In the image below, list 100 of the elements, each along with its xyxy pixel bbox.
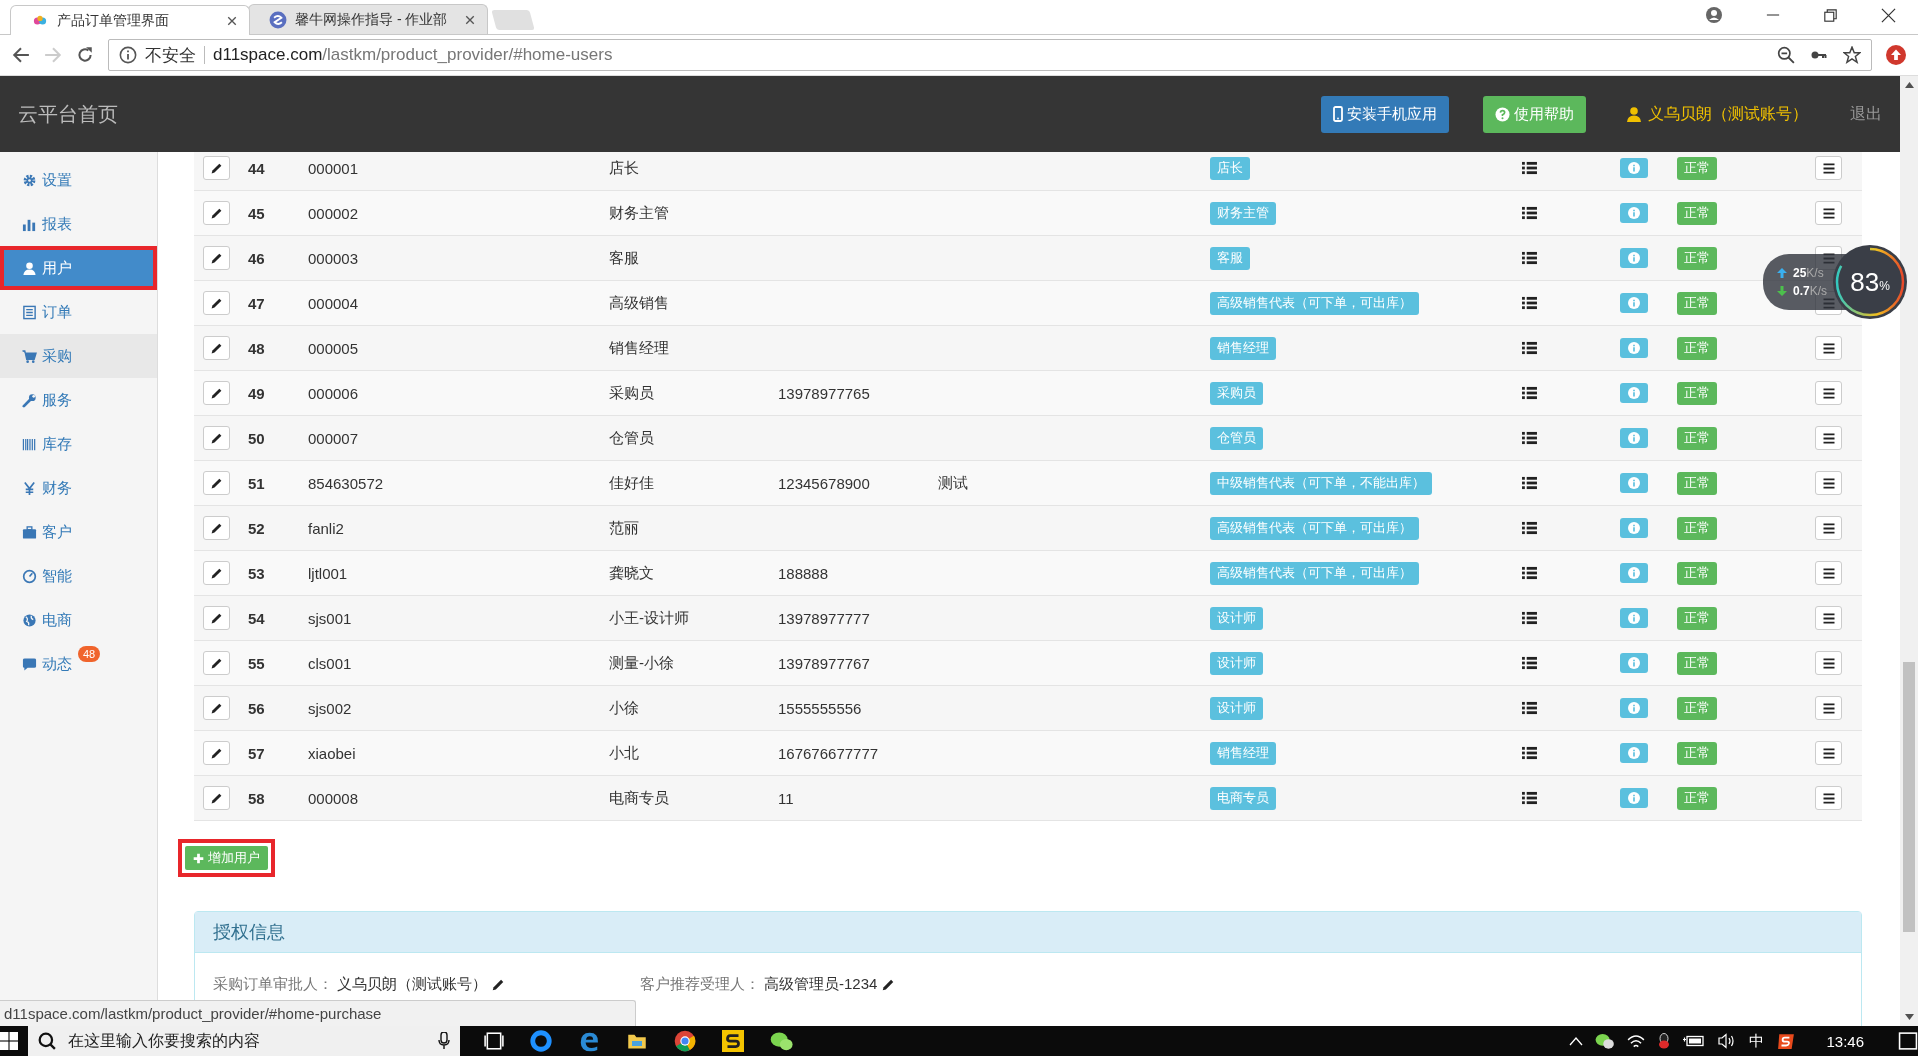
role-tag: 财务主管	[1210, 201, 1276, 225]
name-cell-text: 小王-设计师	[609, 608, 690, 628]
name-cell-text: 电商专员	[609, 788, 670, 808]
search-field[interactable]: 在这里输入你要搜索的内容	[66, 1031, 428, 1051]
logout-link[interactable]: 退出	[1850, 103, 1882, 125]
role-tag: 中级销售代表（可下单，不能出库）	[1210, 471, 1432, 495]
phone-cell-text: 12345678900	[778, 474, 871, 492]
install-app-button[interactable]: 安装手机应用	[1321, 95, 1449, 133]
account-cell-text: 000003	[308, 249, 360, 267]
sidebar-item[interactable]: 采购	[0, 334, 157, 378]
account-cell-text: 000002	[308, 204, 360, 222]
account-cell-text: 000006	[308, 384, 360, 402]
status-tag: 正常	[1677, 156, 1717, 180]
sidebar-item[interactable]: 服务	[0, 378, 157, 422]
sidebar-item[interactable]: 客户	[0, 510, 157, 554]
clock-time[interactable]: 13:46	[1826, 1032, 1864, 1050]
input-method-indicator[interactable]: 中	[1749, 1031, 1765, 1051]
role-tag: 设计师	[1210, 651, 1263, 675]
status-tag: 正常	[1677, 201, 1717, 225]
download-speed: 0.7K/s	[1793, 284, 1828, 298]
row-number: 48	[248, 339, 266, 357]
panel-title: 授权信息	[195, 912, 1861, 953]
name-cell-text: 客服	[609, 248, 640, 268]
role-tag: 仓管员	[1210, 426, 1263, 450]
role-tag: 店长	[1210, 156, 1250, 180]
role-tag: 客服	[1210, 246, 1250, 270]
add-user-button[interactable]: 增加用户	[185, 846, 268, 870]
account-cell-text: xiaobei	[308, 744, 357, 762]
role-tag: 高级销售代表（可下单，可出库）	[1210, 561, 1419, 585]
phone-cell-text: 1555555556	[778, 699, 863, 717]
row-number: 53	[248, 564, 266, 582]
status-tag: 正常	[1677, 651, 1717, 675]
row-number: 47	[248, 294, 266, 312]
account-cell-text: 854630572	[308, 474, 385, 492]
sidebar-item[interactable]: 财务	[0, 466, 157, 510]
brand-title[interactable]: 云平台首页	[18, 100, 118, 128]
address-field[interactable]: 不安全 d11space.com/lastkm/product_provider/#home-users	[108, 39, 1872, 71]
row-number: 51	[248, 474, 266, 492]
sidebar-item[interactable]: 设置	[0, 158, 157, 202]
account-cell-text: 000005	[308, 339, 360, 357]
account-cell-text: 000008	[308, 789, 360, 807]
row-number: 49	[248, 384, 266, 402]
name-cell-text: 财务主管	[609, 203, 670, 223]
count-badge: 48	[78, 646, 101, 662]
upload-speed: 25K/s	[1793, 266, 1824, 280]
status-tag: 正常	[1677, 426, 1717, 450]
row-number: 54	[248, 609, 266, 627]
row-number: 44	[248, 159, 266, 177]
field-label: 采购订单审批人：	[213, 975, 333, 994]
role-tag: 采购员	[1210, 381, 1263, 405]
row-number: 55	[248, 654, 266, 672]
role-tag: 电商专员	[1210, 786, 1276, 810]
role-tag: 销售经理	[1210, 741, 1276, 765]
status-tag: 正常	[1677, 606, 1717, 630]
row-number: 45	[248, 204, 266, 222]
name-cell-text: 范丽	[609, 518, 640, 538]
name-cell-text: 销售经理	[609, 338, 670, 358]
browser-tab[interactable]: 产品订单管理界面	[10, 5, 250, 35]
account-cell-text: sjs001	[308, 609, 353, 627]
sidebar-item[interactable]: 动态 48	[0, 642, 157, 686]
security-label: 不安全	[145, 44, 196, 67]
status-tag: 正常	[1677, 246, 1717, 270]
sidebar-item[interactable]: 库存	[0, 422, 157, 466]
sidebar-item[interactable]: 智能	[0, 554, 157, 598]
name-cell-text: 小徐	[609, 698, 640, 718]
name-cell-text: 测量-小徐	[609, 653, 675, 673]
note-cell-text: 测试	[938, 473, 969, 493]
sidebar-item[interactable]: 报表	[0, 202, 157, 246]
role-tag: 设计师	[1210, 606, 1263, 630]
phone-cell-text: 188888	[778, 564, 830, 582]
phone-cell-text: 13978977767	[778, 654, 871, 672]
sidebar-item[interactable]: 电商	[0, 598, 157, 642]
sidebar-item[interactable]: 订单	[0, 290, 157, 334]
field-value: 义乌贝朗（测试账号）	[337, 975, 487, 994]
status-tag: 正常	[1677, 786, 1717, 810]
role-tag: 设计师	[1210, 696, 1263, 720]
search-bar[interactable]: 在这里输入你要搜索的内容	[28, 1026, 460, 1056]
usage-percent: 83%	[1850, 266, 1890, 298]
status-tag: 正常	[1677, 696, 1717, 720]
row-number: 52	[248, 519, 266, 537]
name-cell-text: 采购员	[609, 383, 655, 403]
sidebar-item[interactable]: 用户	[0, 246, 157, 290]
row-number: 57	[248, 744, 266, 762]
name-cell-text: 龚晓文	[609, 563, 655, 583]
browser-tab[interactable]: 馨牛网操作指导 - 作业部	[248, 4, 488, 34]
status-tag: 正常	[1677, 381, 1717, 405]
account-cell-text: 000001	[308, 159, 360, 177]
name-cell-text: 高级销售	[609, 293, 670, 313]
field-label: 客户推荐受理人：	[640, 975, 760, 994]
role-tag: 高级销售代表（可下单，可出库）	[1210, 516, 1419, 540]
help-button[interactable]: 使用帮助	[1483, 95, 1586, 133]
status-tag: 正常	[1677, 471, 1717, 495]
row-number: 56	[248, 699, 266, 717]
account-cell-text: ljtl001	[308, 564, 349, 582]
row-number: 46	[248, 249, 266, 267]
role-tag: 销售经理	[1210, 336, 1276, 360]
name-cell-text: 小北	[609, 743, 640, 763]
status-tag: 正常	[1677, 291, 1717, 315]
phone-cell-text: 167676677777	[778, 744, 880, 762]
role-tag: 高级销售代表（可下单，可出库）	[1210, 291, 1419, 315]
